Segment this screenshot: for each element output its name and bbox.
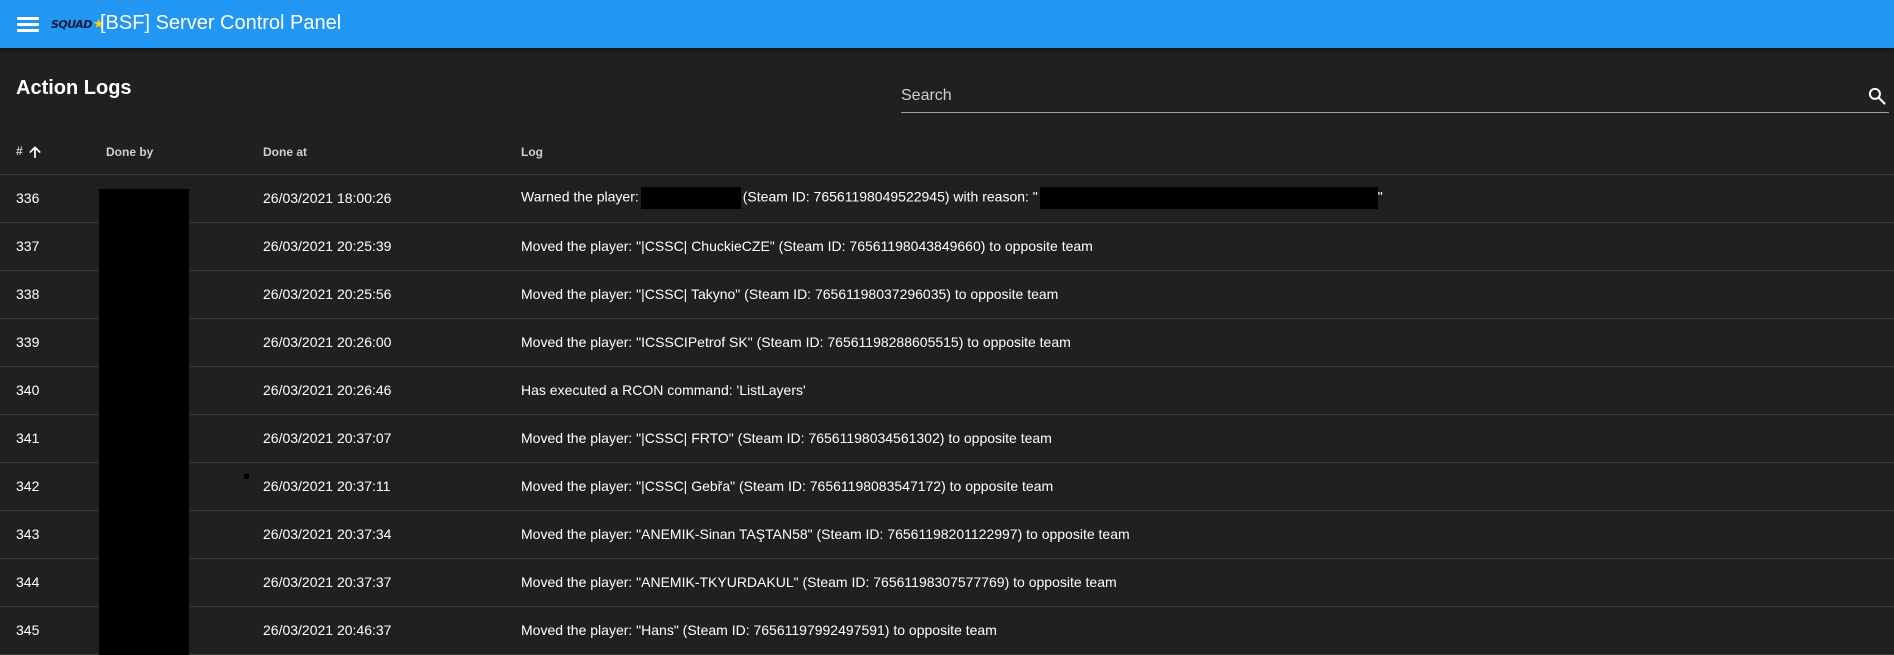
- cell-log: Moved the player: "|CSSC| FRTO" (Steam I…: [521, 414, 1894, 463]
- redacted-done-by-column: [99, 189, 189, 655]
- cell-id: 342: [0, 462, 106, 511]
- app-bar: SQUAD ★ [BSF] Server Control Panel: [0, 0, 1894, 48]
- cell-log: Has executed a RCON command: 'ListLayers…: [521, 366, 1894, 415]
- search-field: [901, 80, 1889, 113]
- cell-log: Moved the player: "Hans" (Steam ID: 7656…: [521, 606, 1894, 655]
- table-row[interactable]: 339 26/03/2021 20:26:00 Moved the player…: [0, 318, 1894, 367]
- cell-done-at: 26/03/2021 18:00:26: [263, 174, 521, 223]
- column-header-log[interactable]: Log: [521, 130, 1894, 175]
- search-icon[interactable]: [1867, 86, 1887, 106]
- cell-log: Moved the player: "ANEMIK-TKYURDAKUL" (S…: [521, 558, 1894, 607]
- table-row[interactable]: 343 26/03/2021 20:37:34 Moved the player…: [0, 510, 1894, 559]
- redacted-reason: [1039, 187, 1378, 209]
- cell-id: 338: [0, 270, 106, 319]
- cell-id: 336: [0, 174, 106, 223]
- cell-log: Moved the player: "ANEMIK-Sinan TAŞTAN58…: [521, 510, 1894, 559]
- cell-id: 340: [0, 366, 106, 415]
- cell-done-at: 26/03/2021 20:46:37: [263, 606, 521, 655]
- table-row[interactable]: 342 26/03/2021 20:37:11 Moved the player…: [0, 462, 1894, 511]
- search-input[interactable]: [901, 86, 1841, 106]
- table-header-row: # Done by Done at Log: [0, 130, 1894, 175]
- redaction-speck: [244, 474, 249, 479]
- table-row[interactable]: 337 26/03/2021 20:25:39 Moved the player…: [0, 222, 1894, 271]
- column-header-id[interactable]: #: [0, 130, 106, 175]
- table-row[interactable]: 344 26/03/2021 20:37:37 Moved the player…: [0, 558, 1894, 607]
- cell-done-at: 26/03/2021 20:37:11: [263, 462, 521, 511]
- table-row[interactable]: 336 26/03/2021 18:00:26 Warned the playe…: [0, 174, 1894, 223]
- column-header-done-at[interactable]: Done at: [263, 130, 521, 175]
- cell-id: 343: [0, 510, 106, 559]
- menu-icon[interactable]: [17, 14, 39, 34]
- arrow-up-icon[interactable]: [28, 145, 42, 159]
- cell-done-at: 26/03/2021 20:26:00: [263, 318, 521, 367]
- cell-log: Moved the player: "|CSSC| Gebřa" (Steam …: [521, 462, 1894, 511]
- cell-id: 341: [0, 414, 106, 463]
- cell-id: 345: [0, 606, 106, 655]
- cell-done-at: 26/03/2021 20:37:07: [263, 414, 521, 463]
- app-title: [BSF] Server Control Panel: [100, 12, 342, 34]
- table-row[interactable]: 338 26/03/2021 20:25:56 Moved the player…: [0, 270, 1894, 319]
- table-row[interactable]: 345 26/03/2021 20:46:37 Moved the player…: [0, 606, 1894, 655]
- cell-log: Warned the player: (Steam ID: 76561198049…: [521, 174, 1894, 223]
- cell-id: 344: [0, 558, 106, 607]
- cell-id: 337: [0, 222, 106, 271]
- squad-logo: SQUAD ★: [51, 16, 105, 31]
- cell-log: Moved the player: "ICSSCIPetrof SK" (Ste…: [521, 318, 1894, 367]
- cell-log: Moved the player: "|CSSC| Takyno" (Steam…: [521, 270, 1894, 319]
- cell-done-at: 26/03/2021 20:25:39: [263, 222, 521, 271]
- cell-done-at: 26/03/2021 20:25:56: [263, 270, 521, 319]
- page-title: Action Logs: [16, 77, 132, 99]
- table-row[interactable]: 340 26/03/2021 20:26:46 Has executed a R…: [0, 366, 1894, 415]
- cell-log: Moved the player: "|CSSC| ChuckieCZE" (S…: [521, 222, 1894, 271]
- redacted-player-name: [640, 187, 741, 209]
- table-row[interactable]: 341 26/03/2021 20:37:07 Moved the player…: [0, 414, 1894, 463]
- column-header-done-by[interactable]: Done by: [106, 130, 263, 175]
- cell-id: 339: [0, 318, 106, 367]
- action-logs-table: # Done by Done at Log 336 26/03/2021 18:…: [0, 130, 1894, 655]
- cell-done-at: 26/03/2021 20:37:37: [263, 558, 521, 607]
- cell-done-at: 26/03/2021 20:26:46: [263, 366, 521, 415]
- cell-done-at: 26/03/2021 20:37:34: [263, 510, 521, 559]
